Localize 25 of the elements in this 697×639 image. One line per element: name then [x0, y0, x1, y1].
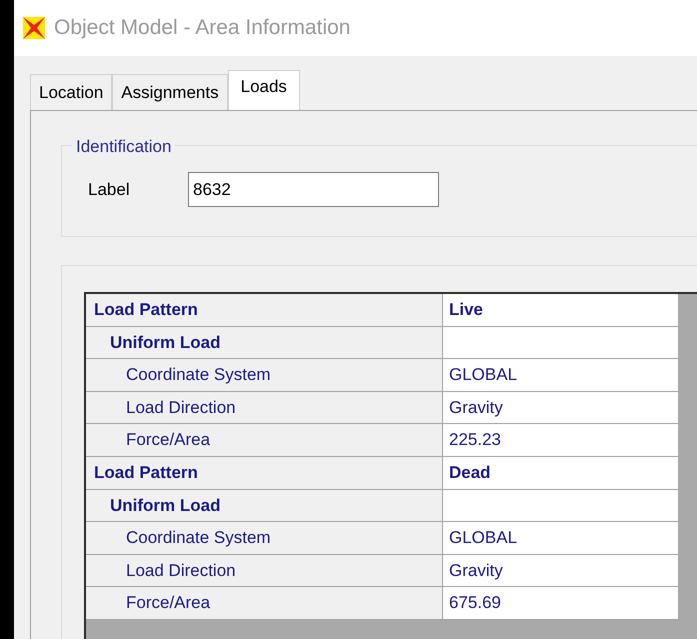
property-cell: Force/Area — [86, 424, 443, 457]
tab[interactable]: Location — [30, 74, 112, 110]
label-field[interactable]: 8632 — [188, 172, 439, 207]
value-cell: Gravity — [443, 392, 678, 424]
value-cell: 225.23 — [443, 424, 678, 457]
value-cell: Dead — [443, 456, 678, 490]
value-cell: Live — [443, 294, 678, 327]
property-cell: Load Pattern — [86, 294, 443, 327]
property-cell: Coordinate System — [86, 359, 443, 392]
property-cell: Coordinate System — [86, 522, 443, 555]
value-cell: 675.69 — [443, 587, 678, 620]
field-label: Label — [88, 178, 131, 201]
value-cell: GLOBAL — [443, 522, 678, 555]
value-cell: GLOBAL — [443, 359, 678, 392]
tab[interactable]: Loads — [228, 70, 300, 110]
property-cell: Load Direction — [86, 554, 443, 588]
property-cell: Force/Area — [86, 587, 443, 620]
app-logo-icon — [22, 16, 46, 40]
property-cell: Uniform Load — [86, 326, 443, 360]
property-cell: Uniform Load — [86, 490, 443, 522]
property-cell: Load Pattern — [86, 456, 443, 490]
value-cell: Gravity — [443, 554, 678, 588]
window-title: Object Model - Area Information — [54, 15, 350, 42]
property-cell: Load Direction — [86, 392, 443, 424]
tab[interactable]: Assignments — [112, 74, 228, 110]
